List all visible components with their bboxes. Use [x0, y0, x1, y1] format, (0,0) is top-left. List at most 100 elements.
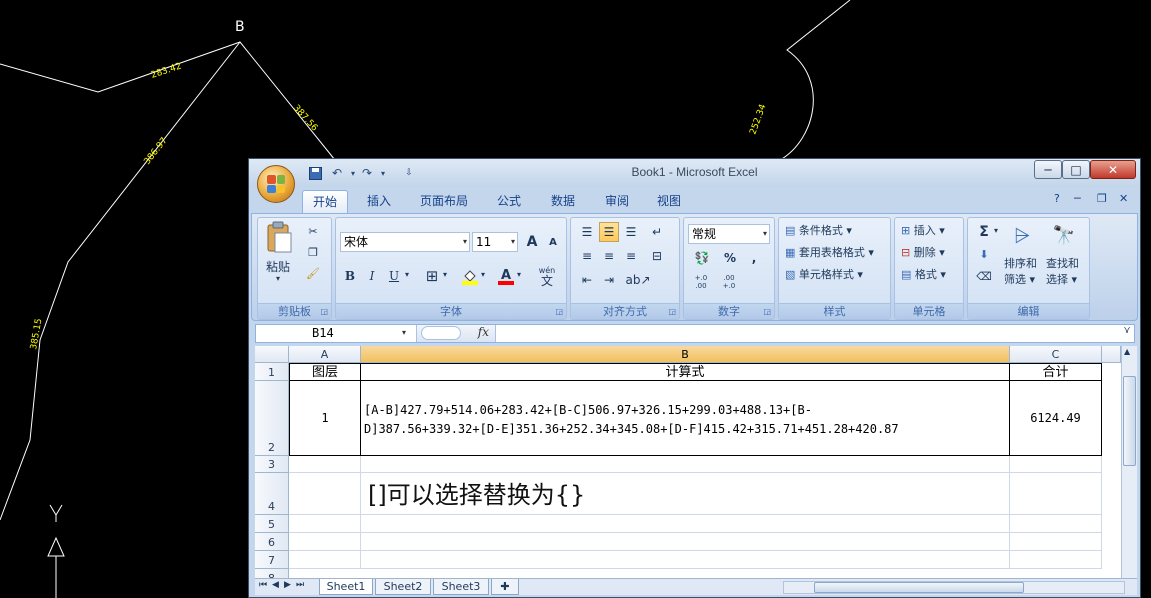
horizontal-scrollbar[interactable] — [783, 581, 1125, 594]
cell-b7[interactable] — [361, 551, 1010, 569]
cell-c6[interactable] — [1010, 533, 1102, 551]
row-header-1[interactable]: 1 — [255, 363, 289, 381]
phonetic-icon[interactable]: wén 文 — [532, 264, 562, 288]
vertical-scrollbar[interactable]: ▲ — [1121, 346, 1137, 578]
fill-color-icon[interactable] — [460, 266, 480, 286]
cell-a5[interactable] — [289, 515, 361, 533]
autosum-dropdown-icon[interactable]: ▾ — [994, 226, 998, 235]
cell-c3[interactable] — [1010, 456, 1102, 473]
cell-c7[interactable] — [1010, 551, 1102, 569]
insert-sheet-icon[interactable]: ✚ — [491, 579, 519, 595]
tab-review[interactable]: 审阅 — [597, 190, 637, 213]
fill-icon[interactable]: ⬇ — [974, 244, 994, 264]
cell-c5[interactable] — [1010, 515, 1102, 533]
help-icon[interactable]: ? — [1054, 192, 1060, 205]
tab-home[interactable]: 开始 — [302, 190, 348, 213]
tab-view[interactable]: 视图 — [649, 190, 689, 213]
align-left-icon[interactable]: ≡ — [577, 246, 597, 266]
cell-b3[interactable] — [361, 456, 1010, 473]
excel-window[interactable]: ↶ ▾ ↷ ▾ ⇩ Book1 - Microsoft Excel ─ □ ✕ … — [248, 158, 1141, 598]
next-sheet-icon[interactable]: ▶ — [284, 580, 291, 590]
number-launcher-icon[interactable]: ◲ — [763, 307, 771, 316]
delete-cells-button[interactable]: ⊟ 删除 ▾ — [901, 244, 945, 260]
restore-workbook-icon[interactable]: ❐ — [1097, 192, 1107, 205]
borders-icon[interactable]: ⊞ — [422, 266, 442, 286]
font-name-combo[interactable]: 宋体 ▾ — [340, 232, 470, 252]
sort-label-2[interactable]: 筛选 ▾ — [1004, 271, 1035, 287]
underline-dropdown-icon[interactable]: ▾ — [405, 270, 409, 279]
formula-splitter-handle[interactable] — [421, 326, 461, 340]
cell-b5[interactable] — [361, 515, 1010, 533]
merge-center-icon[interactable]: ⊟ — [647, 246, 667, 266]
align-right-icon[interactable]: ≡ — [621, 246, 641, 266]
alignment-launcher-icon[interactable]: ◲ — [668, 307, 676, 316]
fill-color-dropdown-icon[interactable]: ▾ — [481, 270, 485, 279]
sort-label-1[interactable]: 排序和 — [1004, 255, 1037, 271]
row-header-2[interactable]: 2 — [255, 381, 289, 456]
row-header-5[interactable]: 5 — [255, 515, 289, 533]
decrease-decimal-button[interactable]: .00 +.0 — [716, 272, 742, 292]
borders-dropdown-icon[interactable]: ▾ — [443, 270, 447, 279]
tab-formulas[interactable]: 公式 — [489, 190, 529, 213]
vertical-scroll-thumb[interactable] — [1123, 376, 1136, 466]
insert-cells-button[interactable]: ⊞ 插入 ▾ — [901, 222, 945, 238]
font-color-dropdown-icon[interactable]: ▾ — [517, 270, 521, 279]
first-sheet-icon[interactable]: ⏮ — [259, 580, 267, 590]
minimize-button[interactable]: ─ — [1034, 160, 1062, 179]
cell-c1[interactable]: 合计 — [1010, 363, 1102, 381]
cell-a3[interactable] — [289, 456, 361, 473]
row-header-3[interactable]: 3 — [255, 456, 289, 473]
cell-b2[interactable]: [A-B]427.79+514.06+283.42+[B-C]506.97+32… — [361, 381, 1010, 456]
align-middle-icon[interactable]: ☰ — [599, 222, 619, 242]
tab-data[interactable]: 数据 — [543, 190, 583, 213]
prev-sheet-icon[interactable]: ◀ — [272, 580, 279, 590]
font-launcher-icon[interactable]: ◲ — [555, 307, 563, 316]
name-box-dropdown-icon[interactable]: ▾ — [402, 328, 406, 337]
underline-button[interactable]: U — [384, 266, 404, 286]
bold-button[interactable]: B — [340, 266, 360, 286]
percent-style-button[interactable]: % — [720, 248, 740, 268]
increase-decimal-button[interactable]: +.0 .00 — [688, 272, 714, 292]
cell-a2[interactable]: 1 — [289, 381, 361, 456]
accounting-format-icon[interactable]: 💱 — [688, 248, 716, 268]
find-select-icon[interactable]: 🔭 — [1048, 220, 1080, 250]
cell-a4[interactable] — [289, 473, 361, 515]
cell-b6[interactable] — [361, 533, 1010, 551]
column-header-d[interactable] — [1102, 346, 1121, 363]
italic-button[interactable]: I — [362, 266, 382, 286]
formula-input[interactable] — [498, 325, 1118, 342]
increase-indent-icon[interactable]: ⇥ — [599, 270, 619, 290]
ribbon-minimize-icon[interactable]: ─ — [1074, 192, 1081, 205]
sheet-tab-3[interactable]: Sheet3 — [433, 579, 489, 595]
cell-a1[interactable]: 图层 — [289, 363, 361, 381]
format-cells-button[interactable]: ▤ 格式 ▾ — [901, 266, 946, 282]
close-button[interactable]: ✕ — [1090, 160, 1136, 179]
wrap-text-icon[interactable]: ↵ — [647, 222, 667, 242]
cell-c4[interactable] — [1010, 473, 1102, 515]
number-format-combo[interactable]: 常规 ▾ — [688, 224, 770, 244]
paste-icon[interactable] — [263, 220, 295, 254]
find-label-1[interactable]: 查找和 — [1046, 255, 1079, 271]
row-header-8[interactable]: 8 — [255, 569, 289, 578]
insert-function-button[interactable]: fx — [478, 325, 489, 339]
scroll-up-icon[interactable]: ▲ — [1124, 347, 1130, 356]
last-sheet-icon[interactable]: ⏭ — [296, 580, 304, 590]
paste-button[interactable]: 粘贴 — [266, 258, 290, 275]
grow-font-button[interactable]: A — [522, 232, 542, 252]
tab-page-layout[interactable]: 页面布局 — [414, 190, 474, 213]
find-label-2[interactable]: 选择 ▾ — [1046, 271, 1077, 287]
cell-styles-button[interactable]: ▧ 单元格样式 ▾ — [785, 266, 863, 282]
expand-formula-bar-icon[interactable]: ⋎ — [1120, 325, 1134, 342]
select-all-corner[interactable] — [255, 346, 289, 363]
align-top-icon[interactable]: ☰ — [577, 222, 597, 242]
sheet-tab-1[interactable]: Sheet1 — [319, 579, 373, 595]
cut-icon[interactable]: ✂ — [304, 222, 322, 240]
autosum-button[interactable]: Σ — [974, 222, 994, 242]
sheet-tab-2[interactable]: Sheet2 — [375, 579, 431, 595]
tab-insert[interactable]: 插入 — [359, 190, 399, 213]
column-header-c[interactable]: C — [1010, 346, 1102, 363]
font-size-combo[interactable]: 11 ▾ — [472, 232, 518, 252]
cell-c2[interactable]: 6124.49 — [1010, 381, 1102, 456]
cell-b1[interactable]: 计算式 — [361, 363, 1010, 381]
close-workbook-icon[interactable]: ✕ — [1119, 192, 1128, 205]
